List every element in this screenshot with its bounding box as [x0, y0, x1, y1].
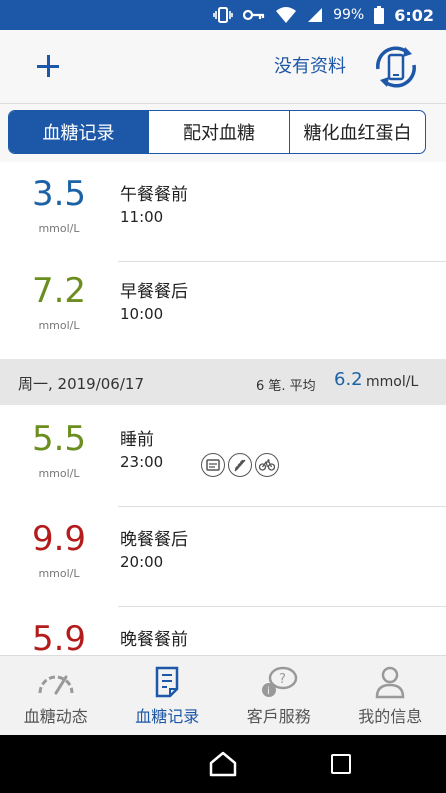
logbook-icon — [156, 666, 179, 698]
nav-label: 客戶服務 — [246, 707, 311, 726]
nav-label: 血糖记录 — [135, 707, 200, 726]
glucose-unit: mmol/L — [38, 567, 80, 580]
bike-icon — [255, 453, 279, 477]
tab-glucose-records[interactable]: 血糖记录 — [9, 111, 149, 153]
svg-text:?: ? — [279, 672, 286, 687]
record-row[interactable]: 9.9 mmol/L 晚餐餐后 20:00 — [0, 507, 446, 607]
nav-my-info[interactable]: 我的信息 — [335, 656, 446, 735]
glucose-value: 9.9 — [31, 519, 87, 559]
add-record-button[interactable] — [30, 48, 66, 84]
gauge-icon — [38, 675, 74, 695]
nav-glucose-records[interactable]: 血糖记录 — [112, 656, 224, 735]
glucose-value: 3.5 — [31, 174, 87, 214]
meal-label: 睡前 — [120, 430, 154, 450]
meal-label: 晚餐餐前 — [120, 630, 188, 650]
system-nav-bar — [0, 735, 446, 793]
battery-icon — [374, 6, 385, 24]
meal-label: 午餐餐前 — [120, 185, 188, 205]
section-date: 周一, 2019/06/17 — [18, 375, 144, 393]
top-bar: 没有资料 — [0, 30, 446, 104]
person-icon — [375, 666, 405, 699]
record-row[interactable]: 7.2 mmol/L 早餐餐后 10:00 — [0, 259, 446, 359]
home-icon[interactable] — [208, 750, 238, 778]
tab-bar: 血糖记录 配对血糖 糖化血红蛋白 — [0, 104, 446, 162]
nav-label: 我的信息 — [358, 707, 423, 726]
bottom-nav: 血糖动态 血糖记录 ? i 客戶服務 我的信息 — [0, 655, 446, 735]
glucose-unit: mmol/L — [38, 222, 80, 235]
tab-paired-glucose[interactable]: 配对血糖 — [149, 111, 290, 153]
battery-percent: 99% — [333, 7, 365, 23]
nav-customer-service[interactable]: ? i 客戶服務 — [223, 656, 335, 735]
section-average-unit: mmol/L — [366, 374, 419, 390]
vibrate-icon — [213, 7, 233, 23]
record-time: 20:00 — [120, 553, 164, 571]
status-bar: 99% 6:02 — [0, 0, 446, 30]
record-time: 11:00 — [120, 208, 164, 226]
records-list[interactable]: 3.5 mmol/L 午餐餐前 11:00 7.2 mmol/L 早餐餐后 10… — [0, 162, 446, 655]
sync-device-icon[interactable] — [368, 39, 424, 95]
chat-help-icon: ? i — [261, 666, 297, 697]
glucose-unit: mmol/L — [38, 467, 80, 480]
glucose-value: 7.2 — [31, 271, 87, 311]
record-row[interactable]: 3.5 mmol/L 午餐餐前 11:00 — [0, 162, 446, 262]
wifi-icon — [276, 7, 297, 23]
glucose-unit: mmol/L — [38, 319, 80, 332]
notes-icon — [201, 453, 225, 477]
section-count: 6 笔. 平均 — [256, 379, 316, 394]
grain-icon — [228, 453, 252, 477]
meal-label: 晚餐餐后 — [120, 530, 188, 550]
nav-label: 血糖动态 — [23, 707, 88, 726]
signal-icon — [308, 8, 323, 22]
clock: 6:02 — [394, 5, 434, 25]
recent-apps-icon[interactable] — [331, 754, 351, 774]
record-time: 23:00 — [120, 453, 164, 471]
svg-text:i: i — [267, 686, 270, 697]
tab-hba1c[interactable]: 糖化血红蛋白 — [290, 111, 425, 153]
meal-label: 早餐餐后 — [120, 282, 188, 302]
date-section-header: 周一, 2019/06/17 6 笔. 平均 6.2 mmol/L — [0, 359, 446, 405]
glucose-value: 5.9 — [31, 619, 87, 655]
record-time: 10:00 — [120, 305, 164, 323]
nav-glucose-trends[interactable]: 血糖动态 — [0, 656, 112, 735]
no-data-label: 没有资料 — [274, 56, 346, 77]
key-icon — [243, 9, 265, 21]
section-average: 6.2 — [334, 369, 363, 390]
segmented-control: 血糖记录 配对血糖 糖化血红蛋白 — [8, 110, 426, 154]
glucose-value: 5.5 — [31, 419, 87, 459]
record-row[interactable]: 5.9 晚餐餐前 — [0, 607, 446, 655]
record-tags — [201, 453, 279, 477]
